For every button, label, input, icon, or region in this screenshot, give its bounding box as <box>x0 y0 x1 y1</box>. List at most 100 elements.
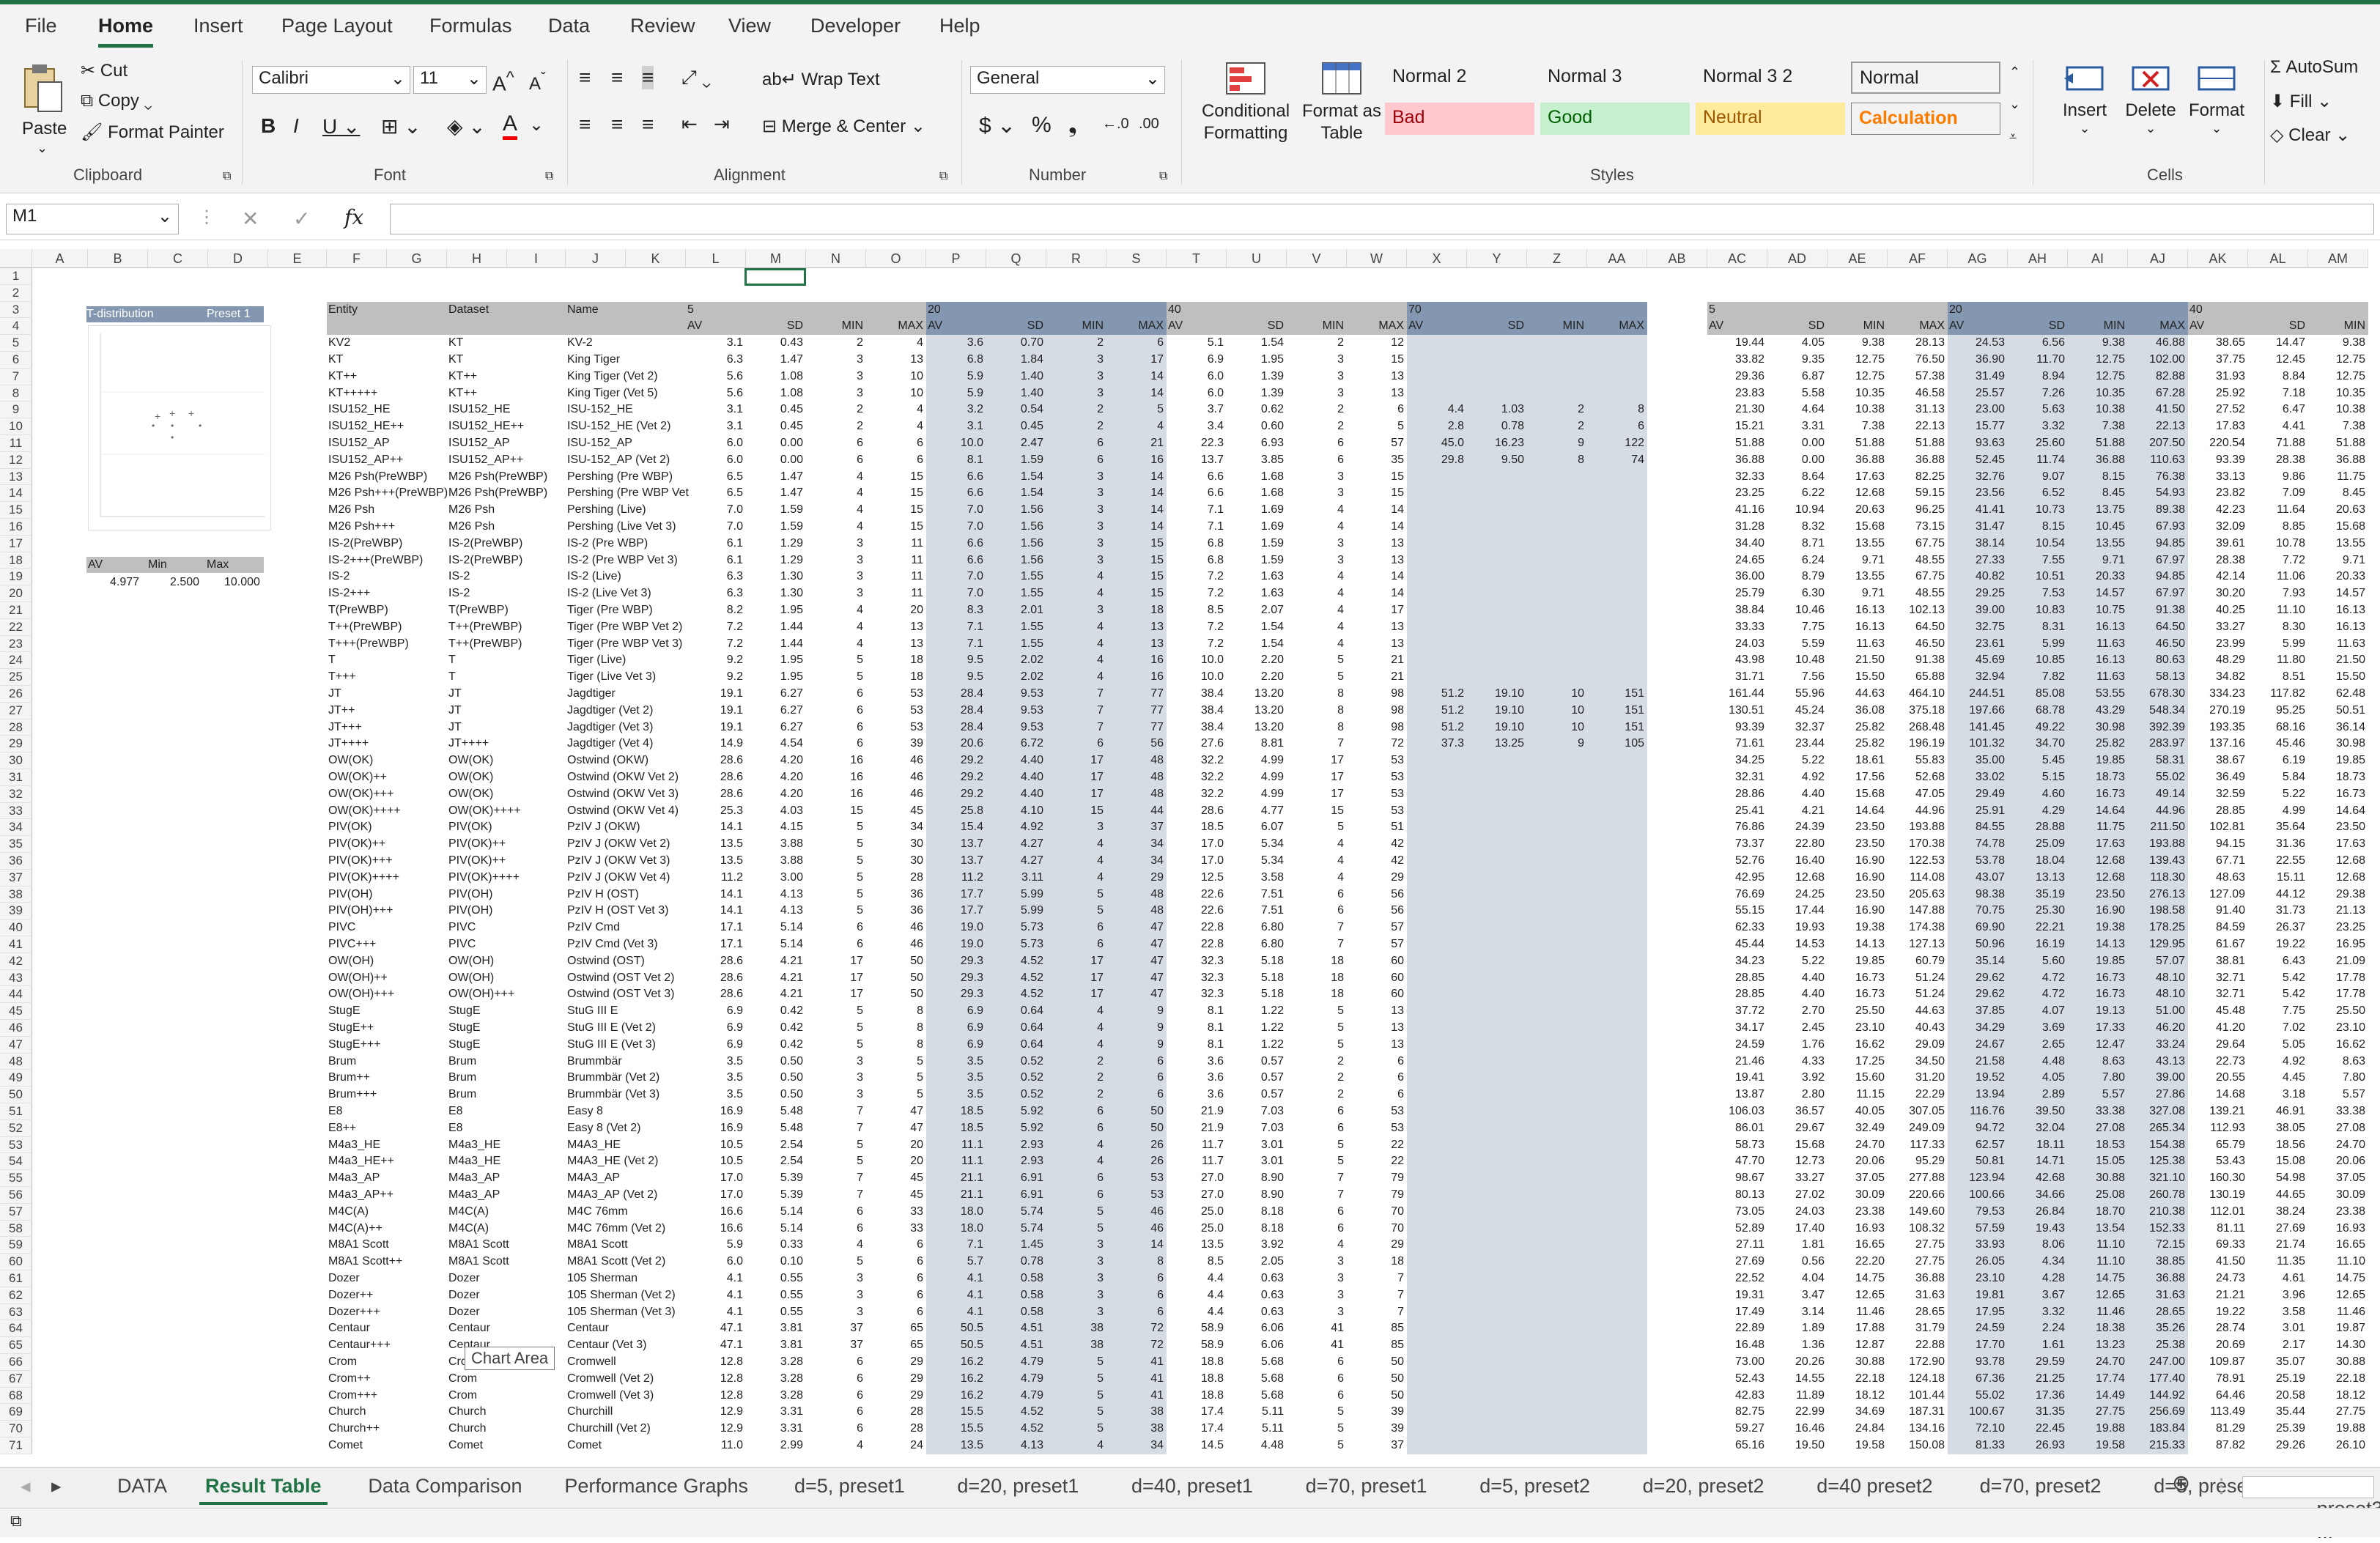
column-header-AE[interactable]: AE <box>1828 249 1888 268</box>
copy-button[interactable]: ⧉ Copy ⌄ <box>81 91 152 111</box>
row-header[interactable]: 41 <box>0 936 32 953</box>
sheet-tab[interactable]: DATA <box>117 1475 167 1498</box>
menu-formulas[interactable]: Formulas <box>429 15 512 37</box>
conditional-formatting-button[interactable]: Conditional Formatting <box>1194 60 1297 163</box>
sheet-tab[interactable]: d=5, preset2 <box>1479 1475 1590 1498</box>
column-header-W[interactable]: W <box>1347 249 1407 268</box>
column-header-Z[interactable]: Z <box>1527 249 1587 268</box>
row-header[interactable]: 15 <box>0 502 32 519</box>
sheet-tab[interactable]: d=20, preset1 <box>957 1475 1079 1498</box>
row-header[interactable]: 12 <box>0 451 32 469</box>
row-header[interactable]: 10 <box>0 418 32 435</box>
comma-icon[interactable]: ❟ <box>1068 113 1077 138</box>
clear-button[interactable]: ◇ Clear ⌄ <box>2270 125 2350 146</box>
column-header-O[interactable]: O <box>866 249 926 268</box>
row-header[interactable]: 53 <box>0 1136 32 1154</box>
row-header[interactable]: 14 <box>0 485 32 503</box>
delete-cells-button[interactable]: Delete ⌄ <box>2118 60 2184 163</box>
row-header[interactable]: 43 <box>0 969 32 987</box>
function-icon[interactable]: fx <box>344 205 363 229</box>
gallery-down-icon[interactable]: ⌄ <box>2009 97 2020 112</box>
row-header[interactable]: 22 <box>0 618 32 636</box>
row-header[interactable]: 34 <box>0 819 32 837</box>
underline-button[interactable]: U ⌄ <box>322 114 360 138</box>
row-header[interactable]: 4 <box>0 318 32 336</box>
row-header[interactable]: 8 <box>0 385 32 402</box>
row-header[interactable]: 30 <box>0 752 32 769</box>
row-header[interactable]: 52 <box>0 1120 32 1137</box>
menu-view[interactable]: View <box>728 15 771 37</box>
menu-review[interactable]: Review <box>630 15 695 37</box>
dialog-launcher-icon[interactable]: ⧉ <box>223 170 231 183</box>
increase-decimal-icon[interactable]: ←.0 <box>1102 116 1129 133</box>
row-header[interactable]: 5 <box>0 335 32 352</box>
style-normal-2[interactable]: Normal 2 <box>1385 62 1534 94</box>
number-format-select[interactable]: General ⌄ <box>970 66 1165 94</box>
column-header-L[interactable]: L <box>686 249 746 268</box>
align-middle-icon[interactable]: ≡ <box>611 66 623 89</box>
column-header-Q[interactable]: Q <box>986 249 1046 268</box>
formula-input[interactable] <box>390 204 2374 234</box>
row-header[interactable]: 16 <box>0 519 32 536</box>
row-header[interactable]: 44 <box>0 986 32 1004</box>
decrease-indent-icon[interactable]: ⇤ <box>681 113 698 136</box>
column-header-AG[interactable]: AG <box>1948 249 2008 268</box>
row-header[interactable]: 26 <box>0 686 32 703</box>
scroll-right-icon[interactable]: ▸ <box>51 1475 62 1498</box>
bold-button[interactable]: B <box>261 114 276 138</box>
row-header[interactable]: 38 <box>0 886 32 903</box>
gallery-up-icon[interactable]: ⌃ <box>2009 64 2020 80</box>
row-header[interactable]: 33 <box>0 802 32 820</box>
decrease-font-icon[interactable]: Aˇ <box>529 70 546 95</box>
dialog-launcher-icon[interactable]: ⧉ <box>939 170 947 183</box>
row-header[interactable]: 21 <box>0 602 32 619</box>
scroll-left-icon[interactable]: ◂ <box>21 1475 31 1498</box>
row-header[interactable]: 42 <box>0 952 32 970</box>
fill-button[interactable]: ⬇ Fill ⌄ <box>2270 91 2332 112</box>
orientation-icon[interactable]: ⤢ ⌄ <box>681 66 711 89</box>
column-header-Y[interactable]: Y <box>1467 249 1527 268</box>
sheet-tab[interactable]: d=70, preset2 <box>1980 1475 2102 1498</box>
paste-button[interactable]: Paste ⌄ <box>15 60 69 155</box>
row-header[interactable]: 20 <box>0 585 32 602</box>
row-header[interactable]: 27 <box>0 702 32 719</box>
name-box[interactable]: M1 ⌄ <box>6 204 179 234</box>
column-header-M[interactable]: M <box>746 249 806 268</box>
align-right-icon[interactable]: ≡ <box>642 113 654 136</box>
row-header[interactable]: 37 <box>0 869 32 887</box>
row-header[interactable]: 24 <box>0 652 32 670</box>
wrap-text-button[interactable]: ab↵ Wrap Text <box>762 69 880 90</box>
row-header[interactable]: 51 <box>0 1103 32 1120</box>
row-header[interactable]: 55 <box>0 1170 32 1187</box>
column-header-K[interactable]: K <box>626 249 686 268</box>
row-header[interactable]: 50 <box>0 1087 32 1103</box>
row-header[interactable]: 45 <box>0 1003 32 1020</box>
column-header-AK[interactable]: AK <box>2188 249 2248 268</box>
selected-cell[interactable] <box>744 268 806 286</box>
column-header-U[interactable]: U <box>1227 249 1287 268</box>
row-header[interactable]: 35 <box>0 836 32 853</box>
column-header-G[interactable]: G <box>387 249 447 268</box>
menu-home[interactable]: Home <box>98 15 154 48</box>
column-header-H[interactable]: H <box>447 249 507 268</box>
gallery-more-icon[interactable]: ⩡ <box>2009 129 2017 144</box>
row-header[interactable]: 39 <box>0 903 32 920</box>
cut-button[interactable]: ✂ Cut <box>81 60 128 81</box>
row-header[interactable]: 17 <box>0 535 32 552</box>
column-header-B[interactable]: B <box>88 249 148 268</box>
column-header-AJ[interactable]: AJ <box>2128 249 2188 268</box>
row-header[interactable]: 63 <box>0 1303 32 1321</box>
row-header[interactable]: 2 <box>0 284 32 302</box>
dialog-launcher-icon[interactable]: ⧉ <box>1159 170 1167 183</box>
row-header[interactable]: 31 <box>0 769 32 786</box>
row-header[interactable]: 28 <box>0 719 32 736</box>
style-normal-3-2[interactable]: Normal 3 2 <box>1696 62 1845 94</box>
column-header-R[interactable]: R <box>1046 249 1106 268</box>
row-header[interactable]: 25 <box>0 669 32 686</box>
row-header[interactable]: 64 <box>0 1320 32 1338</box>
row-header[interactable]: 56 <box>0 1187 32 1204</box>
row-header[interactable]: 67 <box>0 1370 32 1388</box>
format-painter-button[interactable]: 🖌 Format Painter <box>81 122 224 143</box>
align-left-icon[interactable]: ≡ <box>579 113 591 136</box>
row-header[interactable]: 58 <box>0 1220 32 1237</box>
